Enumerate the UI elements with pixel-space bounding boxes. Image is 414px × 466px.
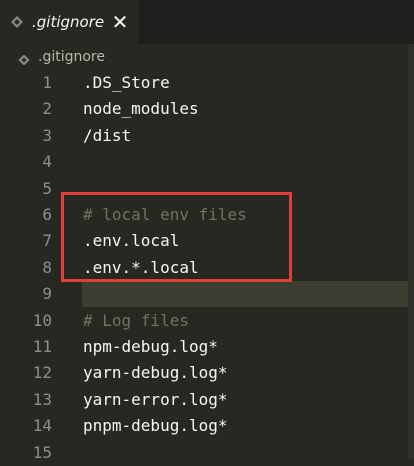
line-number: 5: [42, 178, 52, 198]
code-text[interactable]: npm-debug.log*: [83, 334, 218, 360]
line-number: 7: [42, 231, 52, 251]
breadcrumb-label[interactable]: .gitignore: [38, 48, 105, 66]
code-line[interactable]: 15: [0, 440, 414, 466]
code-line[interactable]: 10 # Log files: [0, 308, 414, 334]
line-number: 11: [32, 337, 52, 356]
code-line[interactable]: 7 .env.local: [0, 228, 414, 254]
line-number: 6: [42, 205, 52, 224]
code-text[interactable]: /dist: [83, 123, 131, 149]
code-comment[interactable]: # Log files: [83, 308, 189, 334]
code-line[interactable]: 3/dist: [0, 123, 414, 149]
line-number: 10: [32, 310, 52, 330]
vertical-scrollbar[interactable]: [408, 44, 414, 459]
line-number: 9: [42, 284, 52, 304]
line-number: 14: [32, 416, 52, 436]
code-line[interactable]: 6 # local env files: [0, 202, 414, 228]
line-number: 8: [42, 257, 52, 277]
current-line-highlight: [82, 281, 414, 308]
code-text[interactable]: .DS_Store: [83, 70, 170, 96]
code-line[interactable]: 8 .env.*.local: [0, 255, 414, 281]
code-line[interactable]: 12 yarn-debug.log*: [0, 360, 414, 386]
code-text[interactable]: yarn-debug.log*: [83, 360, 228, 386]
code-text[interactable]: node_modules: [83, 96, 199, 122]
code-line[interactable]: 4: [0, 149, 414, 175]
gitignore-diamond-icon: [18, 51, 30, 66]
code-editor[interactable]: 1 .DS_Store 2 node_modules 3/dist 4 5 6 # local …: [0, 70, 414, 462]
tab-bar: .gitignore ✕: [0, 0, 414, 44]
gitignore-diamond-icon: [10, 14, 24, 28]
code-line[interactable]: 9: [0, 281, 414, 308]
code-line[interactable]: 2 node_modules: [0, 96, 414, 122]
code-text[interactable]: yarn-error.log*: [83, 387, 228, 413]
code-text[interactable]: .env.*.local: [83, 255, 199, 281]
code-text[interactable]: pnpm-debug.log*: [83, 413, 228, 439]
code-comment[interactable]: # local env files: [83, 202, 247, 228]
close-icon[interactable]: ✕: [110, 12, 130, 32]
line-number: 1: [42, 73, 52, 92]
line-number: 12: [32, 363, 52, 383]
code-line[interactable]: 13 yarn-error.log*: [0, 387, 414, 413]
tab-gitignore[interactable]: .gitignore ✕: [0, 0, 138, 44]
code-line[interactable]: 11 npm-debug.log*: [0, 334, 414, 360]
line-number: 13: [32, 389, 52, 409]
line-number: 15: [32, 442, 52, 462]
tab-title: .gitignore: [32, 13, 105, 31]
line-number: 2: [42, 99, 52, 119]
breadcrumb: .gitignore: [0, 44, 414, 70]
code-line[interactable]: 5: [0, 176, 414, 202]
code-line[interactable]: 1 .DS_Store: [0, 70, 414, 96]
code-text[interactable]: .env.local: [83, 228, 179, 254]
line-number: 3: [42, 125, 52, 145]
line-number: 4: [42, 152, 52, 172]
code-line[interactable]: 14 pnpm-debug.log*: [0, 413, 414, 439]
